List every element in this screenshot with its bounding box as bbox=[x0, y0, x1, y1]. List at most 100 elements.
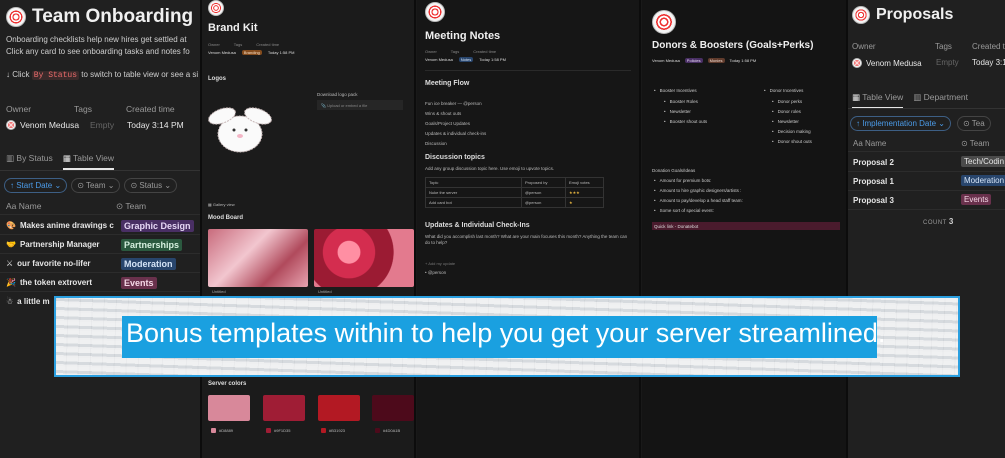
page-description: Onboarding checklists help new hires get… bbox=[6, 35, 190, 56]
handshake-icon: 🤝 bbox=[6, 240, 16, 249]
page-title: Meeting Notes bbox=[425, 30, 501, 42]
list-item: Wins & shout outs bbox=[425, 111, 462, 116]
panel-divider bbox=[414, 0, 416, 458]
avatar bbox=[6, 120, 16, 130]
owner-value[interactable]: Venom Medusa bbox=[425, 57, 453, 62]
row-divider bbox=[0, 253, 200, 254]
quick-link-donatebot[interactable]: Quick link - Donatebot bbox=[652, 222, 840, 230]
gallery-view-tab[interactable]: ▦ Gallery view bbox=[208, 202, 235, 207]
tab-table-view[interactable]: ▦ Table View bbox=[852, 92, 904, 109]
team-tag: Events bbox=[961, 194, 992, 205]
filter-bar: ↑ Start Date ⌄ ⊙ Team ⌄ ⊙ Status ⌄ bbox=[4, 178, 178, 193]
created-value: Today 1:58 PM bbox=[479, 57, 506, 62]
add-update-button[interactable]: + Add my update bbox=[425, 261, 455, 266]
list-item: Decision making bbox=[772, 129, 811, 134]
file-upload-block[interactable]: 📎 Upload or embed a file bbox=[317, 100, 403, 110]
list-item: Some sort of special event: bbox=[654, 208, 714, 213]
list-item: Goals/Project Updates bbox=[425, 121, 471, 126]
sort-implementation-date-filter[interactable]: ↑ Implementation Date ⌄ bbox=[850, 116, 951, 131]
table-row[interactable]: ☃ a little m bbox=[6, 297, 50, 306]
table-row[interactable]: 🤝 Partnership Manager Partnerships bbox=[6, 238, 183, 251]
shield-icon: ⚔ bbox=[6, 259, 14, 268]
tags-label: Tags bbox=[935, 42, 952, 51]
table-row[interactable]: Add card bot @person ★ bbox=[425, 197, 604, 208]
owner-value[interactable]: Venom Medusa bbox=[6, 120, 79, 130]
list-item: Updates & individual check-ins bbox=[425, 131, 487, 136]
panel-divider bbox=[639, 0, 641, 458]
row-divider bbox=[848, 209, 1005, 210]
column-header-name[interactable]: Aa Name bbox=[853, 139, 886, 148]
donors-boosters-panel: Donors & Boosters (Goals+Perks) Venom Me… bbox=[642, 0, 847, 458]
meeting-notes-panel: Meeting Notes Owner Tags Created time Ve… bbox=[417, 0, 639, 458]
list-item: Fun ice breaker — @person bbox=[425, 101, 482, 106]
row-divider bbox=[848, 190, 1005, 191]
owner-value[interactable]: Venom Medusa bbox=[208, 50, 236, 55]
list-item: Amount to hire graphic designers/artists… bbox=[654, 188, 742, 193]
table-row[interactable]: Proposal 1 bbox=[853, 177, 894, 186]
team-tag: Moderation bbox=[121, 257, 176, 270]
sort-start-date-filter[interactable]: ↑ Start Date ⌄ bbox=[4, 178, 68, 193]
palette-icon: 🎨 bbox=[6, 221, 16, 230]
color-swatch bbox=[208, 395, 250, 421]
team-filter[interactable]: ⊙ Team ⌄ bbox=[71, 178, 121, 193]
server-logo-icon bbox=[425, 2, 445, 22]
created-label: Created time bbox=[126, 104, 175, 114]
list-item: Amount for premium bots: bbox=[654, 178, 712, 183]
tab-divider bbox=[848, 108, 1005, 109]
column-header-team[interactable]: ⊙ Team bbox=[116, 201, 146, 212]
view-tabs: ▦ Table View ▥ Department bbox=[852, 92, 968, 109]
column-header-team[interactable]: ⊙ Team bbox=[961, 139, 989, 148]
color-label: #B31923 bbox=[321, 428, 345, 433]
tab-department[interactable]: ▥ Department bbox=[913, 92, 968, 109]
header-divider bbox=[0, 214, 200, 215]
table-row[interactable]: Proposal 2 bbox=[853, 158, 894, 167]
created-value: Today 1:58 PM bbox=[267, 50, 295, 55]
table-row[interactable]: 🎨 Makes anime drawings c Graphic Design bbox=[6, 219, 194, 232]
tags-value[interactable]: Empty bbox=[90, 120, 114, 130]
page-title: Brand Kit bbox=[208, 22, 258, 34]
created-value: Today 3:1 bbox=[972, 58, 1005, 67]
team-tag: Partnerships bbox=[121, 238, 183, 251]
banner-text: Bonus templates within to help you get y… bbox=[126, 318, 886, 348]
column-header-name[interactable]: Aa Name bbox=[6, 201, 41, 211]
row-divider bbox=[848, 171, 1005, 172]
brand-kit-panel: Brand Kit Owner Tags Created time Venom … bbox=[202, 0, 414, 458]
list-item: Donor perks bbox=[772, 99, 803, 104]
proposals-panel: Proposals Owner Tags Created t Venom Med… bbox=[848, 0, 1005, 458]
row-divider bbox=[0, 272, 200, 273]
table-row[interactable]: Proposal 3 bbox=[853, 196, 894, 205]
avatar bbox=[852, 58, 862, 68]
mood-board-image[interactable] bbox=[208, 229, 308, 287]
tag-monies: Monies bbox=[707, 58, 725, 63]
team-tag: Moderation bbox=[961, 175, 1005, 186]
person-mention: • @person bbox=[425, 270, 447, 275]
list-item: Booster Roles bbox=[664, 99, 698, 104]
created-label: Created t bbox=[972, 42, 1005, 51]
server-logo-icon bbox=[652, 10, 676, 34]
tab-table-view[interactable]: ▦ Table View bbox=[62, 153, 114, 170]
tags-label: Tags bbox=[74, 104, 92, 114]
discussion-topics-heading: Discussion topics bbox=[425, 154, 485, 161]
tab-divider bbox=[0, 170, 200, 171]
table-row[interactable]: 🎉 the token extrovert Events bbox=[6, 276, 157, 289]
page-title: Donors & Boosters (Goals+Perks) bbox=[652, 40, 814, 51]
list-item: Amount to pay/develop a head staff team: bbox=[654, 198, 743, 203]
mood-board-image[interactable] bbox=[314, 229, 414, 287]
tag-notes: Notes bbox=[458, 57, 474, 62]
table-row[interactable]: Nuke the server @person ★★★ bbox=[425, 187, 604, 198]
server-logo-icon bbox=[208, 0, 224, 16]
table-header-row: Topic Proposed by Emoji votes bbox=[425, 177, 604, 188]
page-properties: Owner Tags Created time Venom Medusa Bra… bbox=[208, 42, 295, 55]
tab-by-status[interactable]: ▥ By Status bbox=[6, 153, 53, 170]
party-icon: 🎉 bbox=[6, 278, 16, 287]
server-logo-icon bbox=[852, 6, 870, 24]
updates-description: What did you accomplish last month? What… bbox=[425, 234, 628, 245]
row-divider bbox=[0, 291, 200, 292]
owner-value[interactable]: Venom Medusa bbox=[852, 58, 922, 68]
status-filter[interactable]: ⊙ Status ⌄ bbox=[124, 178, 178, 193]
owner-value[interactable]: Venom Medusa bbox=[652, 58, 680, 63]
tags-value[interactable]: Empty bbox=[936, 58, 959, 67]
table-row[interactable]: ⚔ our favorite no-lifer Moderation bbox=[6, 257, 176, 270]
color-label: #D8889 bbox=[211, 428, 233, 433]
team-filter[interactable]: ⊙ Tea bbox=[956, 116, 991, 131]
